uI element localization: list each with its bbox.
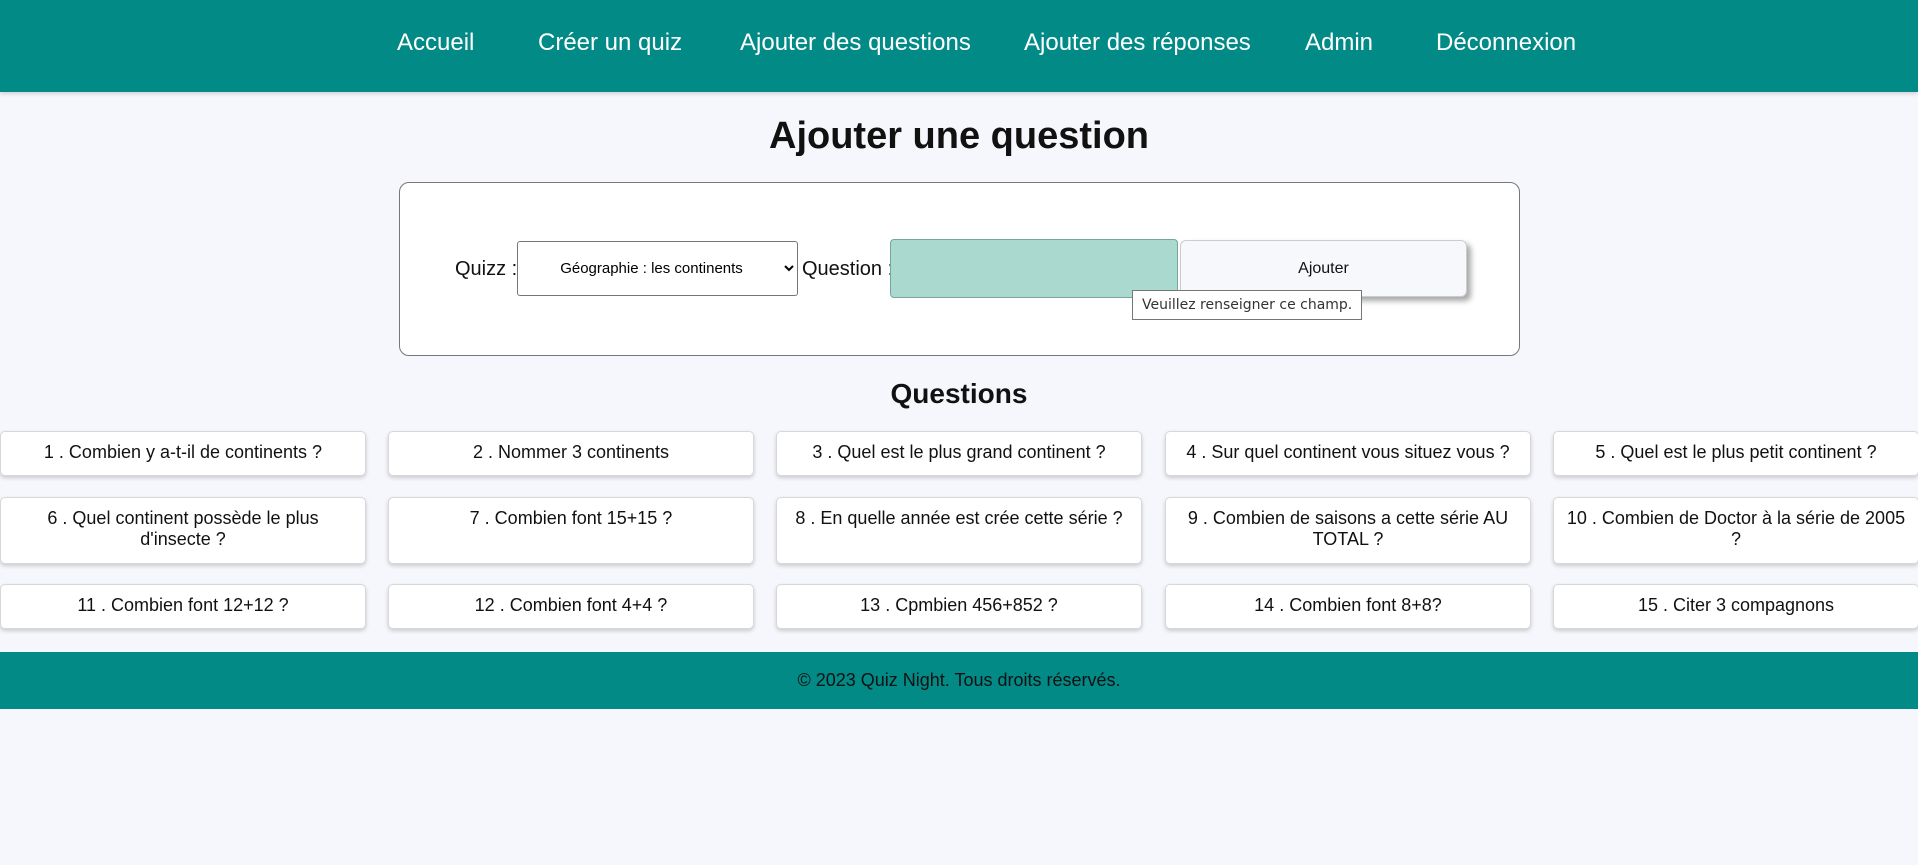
question-label: Question : [802, 258, 894, 280]
question-card-4[interactable]: 4 . Sur quel continent vous situez vous … [1165, 431, 1531, 476]
validation-tooltip: Veuillez renseigner ce champ. [1132, 290, 1363, 320]
question-card-10[interactable]: 10 . Combien de Doctor à la série de 200… [1553, 497, 1918, 564]
question-card-15[interactable]: 15 . Citer 3 compagnons [1553, 584, 1918, 629]
question-card-14[interactable]: 14 . Combien font 8+8? [1165, 584, 1531, 629]
top-navigation: Accueil Créer un quiz Ajouter des questi… [0, 0, 1918, 92]
nav-link-accueil[interactable]: Accueil [397, 28, 474, 58]
questions-section-title: Questions [890, 378, 1028, 409]
add-question-button[interactable]: Ajouter [1180, 240, 1467, 297]
quiz-label: Quizz : [455, 258, 518, 280]
question-card-9[interactable]: 9 . Combien de saisons a cette série AU … [1165, 497, 1531, 564]
nav-link-creer-quiz[interactable]: Créer un quiz [538, 28, 682, 58]
nav-link-deconnexion[interactable]: Déconnexion [1436, 28, 1576, 58]
question-card-12[interactable]: 12 . Combien font 4+4 ? [388, 584, 754, 629]
question-card-3[interactable]: 3 . Quel est le plus grand continent ? [776, 431, 1142, 476]
quiz-select[interactable]: Géographie : les continents [517, 241, 798, 296]
question-card-13[interactable]: 13 . Cpmbien 456+852 ? [776, 584, 1142, 629]
nav-link-admin[interactable]: Admin [1305, 28, 1373, 58]
question-card-6[interactable]: 6 . Quel continent possède le plus d'ins… [0, 497, 366, 564]
question-card-1[interactable]: 1 . Combien y a-t-il de continents ? [0, 431, 366, 476]
nav-link-ajouter-questions[interactable]: Ajouter des questions [740, 28, 971, 58]
question-card-5[interactable]: 5 . Quel est le plus petit continent ? [1553, 431, 1918, 476]
question-card-8[interactable]: 8 . En quelle année est crée cette série… [776, 497, 1142, 564]
question-card-2[interactable]: 2 . Nommer 3 continents [388, 431, 754, 476]
question-card-7[interactable]: 7 . Combien font 15+15 ? [388, 497, 754, 564]
question-card-11[interactable]: 11 . Combien font 12+12 ? [0, 584, 366, 629]
nav-link-ajouter-reponses[interactable]: Ajouter des réponses [1024, 28, 1251, 58]
page-title: Ajouter une question [769, 115, 1149, 157]
page-footer: © 2023 Quiz Night. Tous droits réservés. [0, 652, 1918, 709]
